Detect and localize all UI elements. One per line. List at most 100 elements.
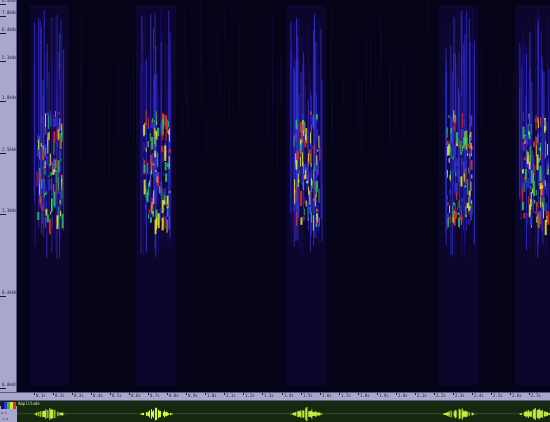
- time-tick-label: 2.2s: [436, 393, 446, 398]
- noise-streak: [133, 55, 134, 148]
- vocalization-burst[interactable]: [286, 5, 327, 385]
- time-tick-label: 2.1s: [417, 393, 427, 398]
- noise-streak: [186, 44, 187, 104]
- burst-core-cell: [55, 183, 57, 196]
- time-tick-label: 1.6s: [322, 393, 332, 398]
- waveform-sample: [298, 411, 300, 417]
- time-tick-mark: [472, 393, 473, 395]
- burst-core-cell: [43, 143, 45, 148]
- waveform-sample: [151, 411, 153, 417]
- burst-core-cell: [41, 190, 44, 193]
- burst-core-cell: [48, 218, 51, 235]
- waveform-panel[interactable]: Amplitude 1.0 0.0 -1.0: [0, 401, 550, 422]
- frequency-tick-mark: [0, 33, 6, 34]
- burst-core-cell: [314, 181, 316, 190]
- burst-core-cell: [310, 124, 312, 133]
- frequency-tick-mark: [0, 388, 6, 389]
- waveform-sample: [292, 413, 294, 415]
- burst-core-cell: [151, 136, 154, 150]
- waveform-sample: [42, 410, 44, 418]
- burst-streak: [36, 26, 38, 189]
- burst-core-cell: [151, 205, 153, 209]
- burst-core-cell: [295, 159, 298, 170]
- burst-core-cell: [465, 131, 468, 147]
- burst-core-cell: [449, 215, 451, 223]
- burst-core-cell: [150, 171, 152, 188]
- burst-streak: [452, 71, 454, 255]
- burst-core-cell: [150, 154, 153, 170]
- waveform-canvas[interactable]: [17, 406, 550, 422]
- waveform-sample: [541, 410, 543, 418]
- waveform-sample: [169, 412, 171, 416]
- waveform-sample: [546, 411, 548, 417]
- noise-streak: [80, 63, 81, 160]
- noise-streak: [217, 28, 218, 74]
- burst-core-cell: [521, 181, 523, 188]
- burst-core-cell: [534, 165, 536, 182]
- burst-core-cell: [144, 122, 146, 136]
- burst-streak: [59, 68, 61, 198]
- burst-core-cell: [152, 211, 154, 217]
- waveform-sample: [163, 410, 165, 418]
- noise-streak: [220, 47, 221, 100]
- waveform-sample: [528, 411, 530, 417]
- burst-core-cell: [61, 174, 63, 190]
- burst-streak: [456, 39, 458, 204]
- burst-core-cell: [521, 161, 523, 170]
- waveform-sample: [315, 410, 317, 418]
- time-tick-label: 0.6s: [131, 393, 141, 398]
- burst-core-cell: [455, 192, 457, 200]
- vocalization-burst[interactable]: [29, 5, 70, 385]
- burst-streak: [148, 48, 150, 229]
- burst-core-cell: [154, 122, 156, 127]
- burst-core-cell: [317, 204, 319, 214]
- burst-core-cell: [159, 208, 161, 221]
- frequency-tick: 2.56kHz: [0, 148, 19, 155]
- burst-core-cell: [44, 113, 46, 128]
- waveform-sample: [543, 411, 545, 417]
- burst-streak: [62, 49, 64, 231]
- burst-core-cell: [50, 211, 52, 215]
- burst-core-cell: [59, 150, 62, 157]
- burst-core-cell: [156, 114, 158, 117]
- burst-core-cell: [546, 121, 548, 131]
- burst-core-cell: [461, 129, 464, 137]
- time-tick-mark: [129, 393, 130, 395]
- burst-core-cell: [53, 184, 55, 193]
- burst-core-cell: [41, 213, 43, 224]
- burst-core-cell: [164, 162, 167, 171]
- burst-streak: [473, 40, 475, 245]
- frequency-tick: 0.0kHz: [0, 383, 17, 390]
- noise-streak: [389, 73, 390, 139]
- waveform-sample: [544, 411, 546, 417]
- vocalization-burst[interactable]: [438, 5, 479, 385]
- burst-core-cell: [60, 118, 62, 125]
- burst-core-cell: [547, 211, 550, 225]
- waveform-sample: [152, 410, 154, 418]
- time-ruler[interactable]: 0.1s 0.2s 0.3s 0.4s 0.5s 0.6s 0.7s 0.8s 0.9s 1.0s…: [0, 392, 550, 401]
- waveform-sample: [295, 411, 297, 417]
- spectrogram-view[interactable]: [17, 0, 550, 392]
- burst-core-cell: [521, 169, 524, 174]
- burst-core-cell: [161, 217, 164, 231]
- frequency-ruler[interactable]: 6.4kHz 7.8kHz 6.4kHz 5.1kHz 3.8kHz 2.56kHz 1.3…: [0, 0, 19, 392]
- waveform-sample: [57, 411, 59, 417]
- waveform-sample: [145, 411, 147, 417]
- burst-core-cell: [57, 160, 60, 173]
- noise-streak: [481, 49, 482, 103]
- noise-streak: [277, 77, 278, 170]
- noise-streak: [21, 37, 22, 113]
- burst-core-cell: [530, 121, 532, 132]
- burst-core-cell: [168, 190, 171, 194]
- burst-core-cell: [147, 162, 149, 174]
- waveform-burst[interactable]: [290, 407, 323, 421]
- waveform-sample: [527, 409, 529, 419]
- burst-core-cell: [164, 145, 167, 161]
- vocalization-burst[interactable]: [514, 5, 550, 385]
- vocalization-burst[interactable]: [135, 5, 176, 385]
- spectrogram-canvas[interactable]: [17, 0, 550, 392]
- time-tick-label: 0.2s: [55, 393, 65, 398]
- burst-core-cell: [307, 174, 309, 181]
- waveform-sample: [154, 407, 156, 421]
- burst-streak: [290, 51, 292, 213]
